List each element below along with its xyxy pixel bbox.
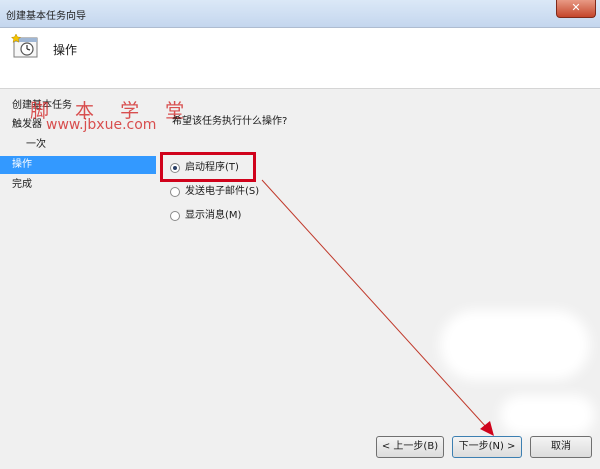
watermark-url: www.jbxue.com <box>46 117 157 133</box>
wizard-header: 操作 <box>0 28 600 89</box>
title-bar: 创建基本任务向导 ✕ <box>0 0 600 28</box>
radio-send-email[interactable] <box>170 187 180 197</box>
close-icon: ✕ <box>571 1 581 14</box>
step-finish: 完成 <box>12 179 32 190</box>
option-label: 发送电子邮件(S) <box>185 186 260 197</box>
step-action: 操作 <box>0 156 156 174</box>
close-button[interactable]: ✕ <box>556 0 596 18</box>
window-title: 创建基本任务向导 <box>6 11 86 22</box>
steps-panel: 创建基本任务 触发器 一次 操作 完成 <box>0 89 158 469</box>
smudge-overlay <box>440 310 590 380</box>
action-question: 希望该任务执行什么操作? <box>172 116 288 127</box>
radio-show-message[interactable] <box>170 211 180 221</box>
page-title: 操作 <box>53 43 78 57</box>
step-once: 一次 <box>26 139 46 150</box>
task-clock-icon <box>10 33 38 58</box>
option-label: 显示消息(M) <box>185 210 242 221</box>
next-button[interactable]: 下一步(N) > <box>452 436 522 458</box>
annotation-highlight-box <box>160 152 256 182</box>
back-button[interactable]: < 上一步(B) <box>376 436 444 458</box>
smudge-overlay <box>500 395 595 435</box>
cancel-button[interactable]: 取消 <box>530 436 592 458</box>
